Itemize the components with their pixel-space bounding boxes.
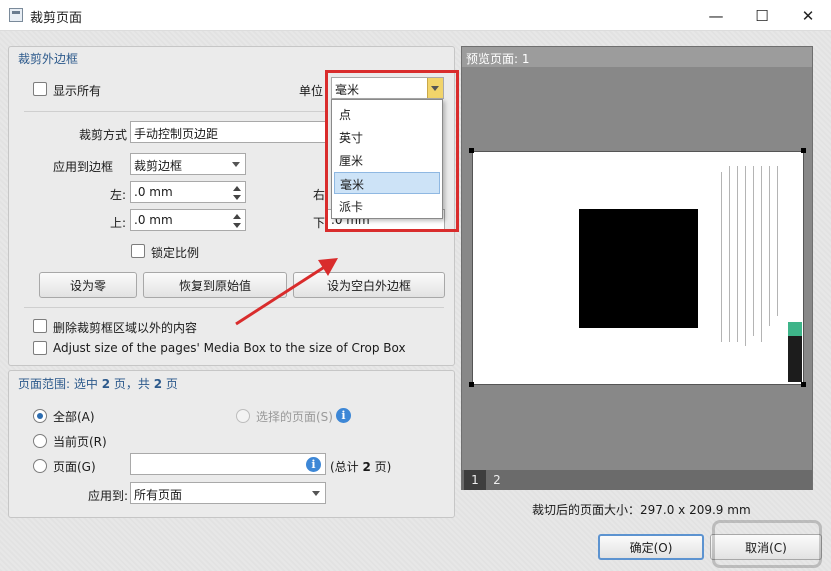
- current-page-radio[interactable]: [33, 434, 47, 448]
- adjust-media-box-checkbox[interactable]: [33, 341, 47, 355]
- page-thumb-bar: 1 2: [462, 470, 812, 490]
- pages-label: 页面(G): [53, 460, 96, 474]
- apply-to-combo[interactable]: 所有页面: [130, 482, 326, 504]
- pages-total-prefix: (总计: [330, 460, 363, 474]
- pages-total-suffix: 页): [370, 460, 392, 474]
- spin-down-icon[interactable]: [232, 221, 242, 230]
- show-all-label: 显示所有: [53, 84, 102, 98]
- chevron-down-icon: [312, 491, 320, 496]
- lock-ratio-label: 锁定比例: [151, 246, 200, 260]
- apply-to-value: 所有页面: [134, 488, 183, 502]
- page-range-total: 2: [153, 377, 163, 391]
- chevron-down-icon: [232, 162, 240, 167]
- current-page-label: 当前页(R): [53, 435, 107, 449]
- apply-border-combo[interactable]: 裁剪边框: [130, 153, 246, 175]
- page-range-mid: 页，共: [110, 377, 154, 391]
- pages-radio[interactable]: [33, 459, 47, 473]
- preview-header: 预览页面: 1: [462, 47, 812, 67]
- top-margin-spinbox[interactable]: .0 mm: [130, 209, 246, 231]
- pages-input[interactable]: i: [130, 453, 326, 475]
- apply-border-label: 应用到边框: [53, 160, 114, 174]
- text-line: [777, 166, 778, 316]
- page-preview[interactable]: [472, 151, 804, 385]
- text-line: [753, 166, 754, 336]
- delete-outside-label: 删除裁剪框区域以外的内容: [53, 321, 198, 335]
- close-button[interactable]: ✕: [785, 0, 831, 31]
- window-title: 裁剪页面: [30, 11, 83, 26]
- top-margin-value: .0 mm: [134, 213, 173, 227]
- all-pages-label: 全部(A): [53, 410, 95, 424]
- spin-up-icon[interactable]: [232, 184, 242, 193]
- selected-pages-label: 选择的页面(S): [256, 410, 333, 424]
- text-line: [745, 166, 746, 346]
- left-margin-label: 左:: [110, 188, 127, 202]
- delete-outside-checkbox[interactable]: [33, 319, 47, 333]
- crop-mode-combo[interactable]: 手动控制页边距: [130, 121, 326, 143]
- ok-button[interactable]: 确定(O): [598, 534, 704, 560]
- watermark-logo: [712, 520, 822, 568]
- page-range-prefix: 页面范围: 选中: [18, 377, 102, 391]
- show-all-checkbox[interactable]: [33, 82, 47, 96]
- red-arrow-icon: [235, 258, 338, 326]
- lock-ratio-checkbox[interactable]: [131, 244, 145, 258]
- crop-handle[interactable]: [469, 382, 474, 387]
- app-icon: [9, 8, 23, 22]
- green-logo-icon: [788, 322, 802, 336]
- highlight-box: [325, 70, 459, 232]
- page-range-suffix: 页: [162, 377, 178, 391]
- page-range-header: 页面范围: 选中 2 页，共 2 页: [18, 375, 178, 392]
- maximize-button[interactable]: ☐: [739, 0, 785, 31]
- spin-up-icon[interactable]: [232, 212, 242, 221]
- all-pages-radio[interactable]: [33, 409, 47, 423]
- text-line: [769, 166, 770, 326]
- text-line: [729, 166, 730, 342]
- preview-panel: 预览页面: 1 1 2: [461, 46, 813, 490]
- title-bar: 裁剪页面 — ☐ ✕: [0, 0, 831, 31]
- info-icon[interactable]: i: [336, 408, 351, 423]
- right-margin-label: 右: [313, 188, 326, 202]
- page-thumb-1[interactable]: 1: [464, 470, 486, 490]
- apply-to-label: 应用到:: [88, 489, 129, 503]
- crop-margins-header: 裁剪外边框: [18, 52, 79, 66]
- black-image-block: [579, 209, 698, 328]
- selected-pages-radio[interactable]: [236, 409, 250, 423]
- text-line: [737, 166, 738, 342]
- left-margin-spinbox[interactable]: .0 mm: [130, 181, 246, 203]
- apply-border-value: 裁剪边框: [134, 159, 183, 173]
- top-margin-label: 上:: [110, 216, 127, 230]
- info-icon[interactable]: i: [306, 457, 321, 472]
- spin-down-icon[interactable]: [232, 193, 242, 202]
- crop-handle[interactable]: [801, 148, 806, 153]
- pages-total: (总计 2 页): [330, 458, 391, 475]
- page-range-selected: 2: [101, 377, 111, 391]
- crop-mode-label: 裁剪方式: [79, 128, 128, 142]
- minimize-button[interactable]: —: [693, 0, 739, 31]
- cropped-size-text: 裁切后的页面大小：297.0 x 209.9 mm: [532, 503, 751, 517]
- text-line: [761, 166, 762, 342]
- adjust-media-box-label: Adjust size of the pages' Media Box to t…: [53, 341, 406, 355]
- unit-label: 单位: [299, 84, 324, 98]
- text-line: [721, 172, 722, 342]
- set-zero-button[interactable]: 设为零: [39, 272, 137, 298]
- pages-total-value: 2: [362, 460, 371, 474]
- crop-handle[interactable]: [801, 382, 806, 387]
- left-margin-value: .0 mm: [134, 185, 173, 199]
- divider: [24, 111, 326, 112]
- page-thumb-2[interactable]: 2: [486, 470, 508, 490]
- bottom-margin-label: 下: [313, 216, 326, 230]
- crop-mode-value: 手动控制页边距: [134, 127, 219, 141]
- crop-handle[interactable]: [469, 148, 474, 153]
